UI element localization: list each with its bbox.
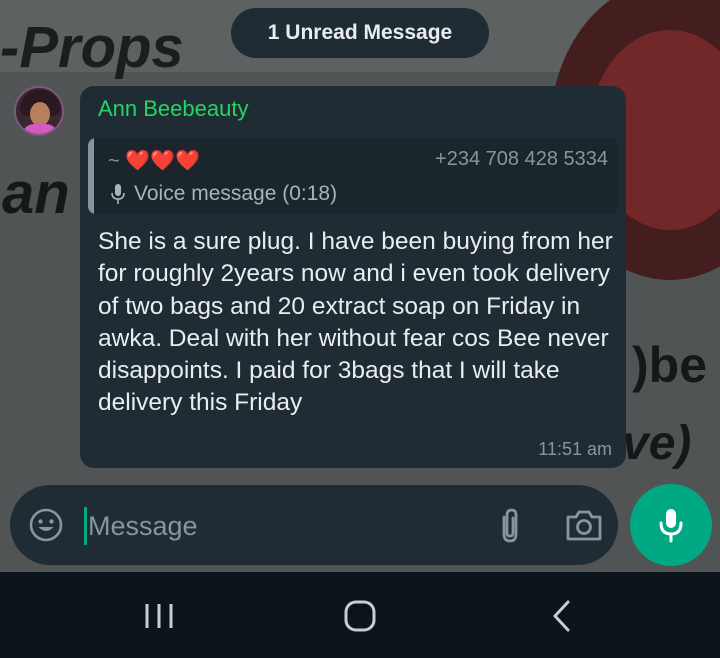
message-body: She is a sure plug. I have been buying f… <box>98 228 613 417</box>
sender-avatar[interactable] <box>14 86 64 136</box>
message-timestamp: 11:51 am <box>538 439 612 459</box>
camera-icon[interactable] <box>564 507 604 543</box>
message-composer[interactable]: Message <box>10 485 618 565</box>
quote-accent-bar <box>88 138 94 214</box>
quoted-sender-prefix: ~ <box>108 150 126 172</box>
home-icon[interactable] <box>340 598 380 634</box>
quoted-message[interactable]: ~ ❤️❤️❤️ +234 708 428 5334 Voice message… <box>88 138 618 214</box>
quoted-sender-emoji: ❤️❤️❤️ <box>125 150 200 172</box>
quoted-voice-label: Voice message (0:18) <box>134 182 338 205</box>
unread-messages-banner: 1 Unread Message <box>231 8 489 58</box>
text-cursor <box>84 507 87 545</box>
sender-name[interactable]: Ann Beebeauty <box>98 96 248 122</box>
paperclip-icon[interactable] <box>492 507 528 545</box>
recents-icon[interactable] <box>138 600 180 632</box>
message-input[interactable]: Message <box>88 507 198 545</box>
mic-icon <box>111 184 125 204</box>
message-bubble[interactable]: Ann Beebeauty ~ ❤️❤️❤️ +234 708 428 5334… <box>80 86 626 468</box>
voice-record-button[interactable] <box>630 484 712 566</box>
quoted-phone-number: +234 708 428 5334 <box>435 148 608 170</box>
quoted-voice-message: Voice message (0:18) <box>110 182 337 206</box>
back-icon[interactable] <box>546 598 578 634</box>
emoji-icon[interactable] <box>28 507 64 543</box>
quoted-sender: ~ ❤️❤️❤️ <box>108 148 200 173</box>
system-navigation-bar <box>0 572 720 658</box>
mic-icon <box>659 509 683 543</box>
